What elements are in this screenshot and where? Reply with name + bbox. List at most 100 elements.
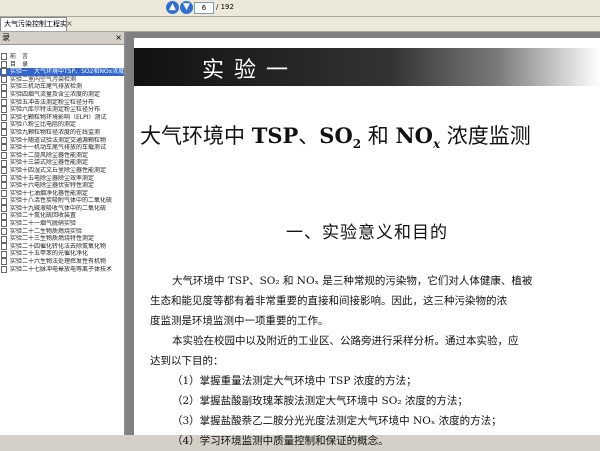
section-heading: 一、实验意义和目的 <box>286 223 448 243</box>
bookmark-item[interactable]: 实验二十五甲苯的光催化净化 <box>0 250 124 258</box>
bookmark-item[interactable]: 实验六库尔特法测定粉尘粒径分布 <box>0 106 124 114</box>
paragraph-line: 度监测是环境监测中一项重要的工作。 <box>150 315 329 327</box>
bookmark-label: 实验七颗粒物环境影响（ELPI）测试 <box>10 113 107 121</box>
bookmark-item[interactable]: 实验二十七脉冲电晕放电等离子体技术 <box>0 266 124 274</box>
bookmark-label: 实验二十六生物法处理挥发性有机物 <box>10 258 107 266</box>
title-text: 大气环境中 <box>140 124 252 148</box>
page-total: / 192 <box>216 3 234 11</box>
bookmark-item[interactable]: 实验十随道试验法测定交通源颗粒物 <box>0 137 124 145</box>
bookmark-item[interactable]: 实验二十六生物法处理挥发性有机物 <box>0 258 124 266</box>
list-item: （4）学习环境监测中质量控制和保证的概念。 <box>172 435 389 447</box>
bookmark-label: 实验十二旋风除尘器性能测定 <box>10 151 89 159</box>
title-sub: 2 <box>352 137 362 152</box>
bookmark-item[interactable]: 实验十六电除尘器伏安特性测定 <box>0 182 124 190</box>
page-icon <box>1 265 7 273</box>
paragraph-line: 大气环境中 TSP、SO₂ 和 NOₓ 是三种常规的污染物，它们对人体健康、植被 <box>172 275 533 287</box>
list-item: （2）掌握盐酸副玫瑰苯胺法测定大气环境中 SO₂ 浓度的方法； <box>172 395 468 407</box>
bookmark-item[interactable]: 实验八粉尘比电阻的测定 <box>0 121 124 129</box>
page-icon <box>1 159 7 167</box>
bookmarks-panel: 录 × 前 言目 录实验一 大气环境中TSP、SO2和NOx浓度监测 实验二室内空… <box>0 32 126 435</box>
page-icon <box>1 189 7 197</box>
page-icon <box>1 174 7 182</box>
page-icon <box>1 114 7 122</box>
document-viewport[interactable]: 实验一 大气环境中 TSP、SO2 和 NOx 浓度监测 一、实验意义和目的 大… <box>126 32 600 447</box>
bookmark-label: 实验十七油烟净化器性能测定 <box>10 189 89 197</box>
bookmark-item[interactable]: 目 录 <box>0 61 124 69</box>
bookmark-label: 前 言 <box>10 53 29 60</box>
bookmark-item[interactable]: 实验二室内空气污染检测 <box>0 76 124 84</box>
close-icon[interactable]: × <box>66 19 73 28</box>
bookmark-item[interactable]: 实验三机动车尾气排放检测 <box>0 83 124 91</box>
list-item: （3）掌握盐酸萘乙二胺分光光度法测定大气环境中 NOₓ 浓度的方法； <box>172 415 502 427</box>
bookmark-item[interactable]: 实验二十二生物质燃烧实验 <box>0 228 124 236</box>
bookmark-label: 目 录 <box>10 60 29 68</box>
bookmark-item[interactable]: 实验二十三生物质燃烧特性测定 <box>0 235 124 243</box>
bookmark-item[interactable]: 实验七颗粒物环境影响（ELPI）测试 <box>0 114 124 122</box>
arrow-up-icon[interactable]: ▲ <box>166 1 179 14</box>
page-icon <box>1 152 7 160</box>
page-icon <box>1 53 7 61</box>
bookmark-list: 前 言目 录实验一 大气环境中TSP、SO2和NOx浓度监测 实验二室内空气污染检… <box>0 45 124 273</box>
arrow-down-icon[interactable]: ▼ <box>180 1 193 14</box>
page-number-input[interactable]: 6 <box>194 2 214 14</box>
bookmark-item[interactable]: 实验二十氮化硫回收装置 <box>0 212 124 220</box>
page-icon <box>1 129 7 137</box>
bookmark-label: 实验一 大气环境中TSP、SO2和NOx浓度监测 <box>10 68 124 76</box>
tab-bar: 大气污染控制工程实验]... × <box>0 17 600 32</box>
bookmark-label: 实验二十一烟气脱硝实验 <box>10 220 77 228</box>
bookmark-label: 实验二十五甲苯的光催化净化 <box>10 250 89 258</box>
page-icon <box>1 235 7 243</box>
page-icon <box>1 243 7 251</box>
page-icon <box>1 144 7 152</box>
bookmark-item[interactable]: 实验二十一烟气脱硝实验 <box>0 220 124 228</box>
page-icon <box>1 220 7 228</box>
bookmark-item[interactable]: 实验十八活性炭吸附气体中的二氧化硫 <box>0 197 124 205</box>
title-so: SO <box>319 123 353 148</box>
bookmark-label: 实验二十二生物质燃烧实验 <box>10 227 83 235</box>
bookmark-item[interactable]: 实验一 大气环境中TSP、SO2和NOx浓度监测 <box>0 68 124 76</box>
page-icon <box>1 91 7 99</box>
page-icon <box>1 227 7 235</box>
bookmark-item[interactable]: 实验十九碱液吸收气体中的二氧化硫 <box>0 205 124 213</box>
tab-document[interactable]: 大气污染控制工程实验]... <box>0 17 67 31</box>
bookmark-item[interactable]: 实验十一机动车尾气排放的车载测试 <box>0 144 124 152</box>
bookmark-label: 实验十五电除尘器除尘效率测定 <box>10 174 95 182</box>
page-icon <box>1 136 7 144</box>
page-icon <box>1 212 7 220</box>
bookmark-label: 实验八粉尘比电阻的测定 <box>10 121 77 129</box>
page-icon <box>1 83 7 91</box>
bookmark-label: 实验六库尔特法测定粉尘粒径分布 <box>10 106 101 114</box>
bookmark-item[interactable]: 实验十三袋式除尘器性能测定 <box>0 159 124 167</box>
title-text: 和 <box>361 124 396 148</box>
page-icon <box>1 98 7 106</box>
bookmark-item[interactable]: 实验五冲击法测定粉尘粒径分布 <box>0 99 124 107</box>
bookmark-item[interactable]: 实验十二旋风除尘器性能测定 <box>0 152 124 160</box>
bookmark-label: 实验三机动车尾气排放检测 <box>10 83 83 91</box>
bookmark-item[interactable]: 实验十五电除尘器除尘效率测定 <box>0 175 124 183</box>
bookmark-item[interactable]: 实验九颗粒物粒径浓度的在线监测 <box>0 129 124 137</box>
toolbar: ▲ ▼ 6 / 192 <box>0 0 600 17</box>
bookmark-item[interactable]: 实验十四湿式文丘里除尘器性能测定 <box>0 167 124 175</box>
bookmark-label: 实验二十三生物质燃烧特性测定 <box>10 235 95 243</box>
bookmark-label: 实验二十氮化硫回收装置 <box>10 212 77 220</box>
list-item: （1）掌握重量法测定大气环境中 TSP 浓度的方法； <box>172 375 417 387</box>
close-icon[interactable]: × <box>115 32 122 44</box>
title-text: 、 <box>298 124 320 148</box>
title-text: 浓度监测 <box>440 124 531 148</box>
bookmark-label: 实验五冲击法测定粉尘粒径分布 <box>10 98 95 106</box>
title-no: NO <box>395 123 433 148</box>
page-icon <box>1 250 7 258</box>
bookmark-item[interactable]: 实验四烟气流量及含尘浓度的测定 <box>0 91 124 99</box>
bookmark-item[interactable]: 实验二十四催化转化法去除氮氧化物 <box>0 243 124 251</box>
page-icon <box>1 167 7 175</box>
page-icon <box>1 258 7 266</box>
document-page: 实验一 大气环境中 TSP、SO2 和 NOx 浓度监测 一、实验意义和目的 大… <box>134 38 600 447</box>
bookmark-item[interactable]: 实验十七油烟净化器性能测定 <box>0 190 124 198</box>
page-title: 大气环境中 TSP、SO2 和 NOx 浓度监测 <box>140 120 600 151</box>
title-tsp: TSP <box>251 123 299 148</box>
bookmarks-header: 录 × <box>0 32 124 45</box>
bookmark-label: 实验十八活性炭吸附气体中的二氧化硫 <box>10 197 113 205</box>
bookmark-label: 实验二室内空气污染检测 <box>10 75 77 83</box>
bookmark-label: 实验十六电除尘器伏安特性测定 <box>10 182 95 190</box>
bookmark-item[interactable]: 前 言 <box>0 53 124 61</box>
